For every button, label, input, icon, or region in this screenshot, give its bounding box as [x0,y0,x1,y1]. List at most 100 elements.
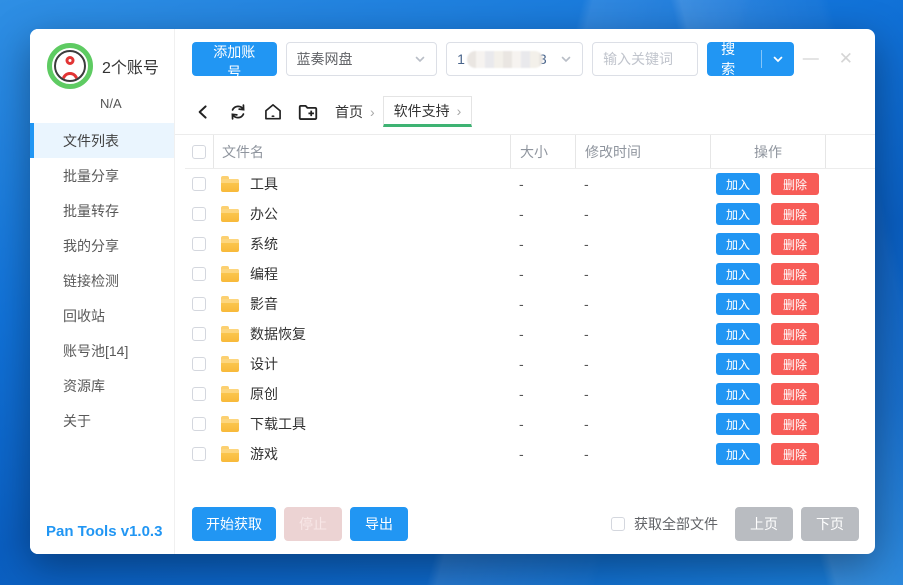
export-button[interactable]: 导出 [350,507,408,541]
sidebar-item[interactable]: 关于 [30,403,174,438]
file-name[interactable]: 系统 [250,234,278,254]
folder-icon [221,329,239,342]
table-row: 数据恢复 - - 加入 删除 [185,319,875,349]
file-name[interactable]: 原创 [250,384,278,404]
sidebar-item[interactable]: 批量转存 [30,193,174,228]
select-all-checkbox[interactable] [192,145,206,159]
join-button[interactable]: 加入 [716,263,760,285]
main-area: 添加账号 蓝奏网盘 1 3 搜索 [175,29,875,554]
join-button[interactable]: 加入 [716,233,760,255]
next-page-button[interactable]: 下页 [801,507,859,541]
account-select-value: 1 3 [457,51,547,68]
account-avatar-icon[interactable] [47,43,93,89]
table-row: 编程 - - 加入 删除 [185,259,875,289]
refresh-icon[interactable] [227,101,249,123]
file-size: - [510,386,575,402]
file-name[interactable]: 工具 [250,174,278,194]
stop-button[interactable]: 停止 [284,507,342,541]
join-button[interactable]: 加入 [716,383,760,405]
breadcrumb-home[interactable]: 首页 › [335,102,375,122]
row-checkbox[interactable] [192,267,206,281]
sidebar-item[interactable]: 账号池[14] [30,333,174,368]
sidebar-item[interactable]: 文件列表 [30,123,174,158]
chevron-down-icon [560,53,572,65]
start-fetch-button[interactable]: 开始获取 [192,507,276,541]
join-button[interactable]: 加入 [716,173,760,195]
search-split-button[interactable]: 搜索 [707,42,794,76]
row-checkbox[interactable] [192,237,206,251]
new-folder-icon[interactable] [297,101,319,123]
delete-button[interactable]: 删除 [771,323,819,345]
delete-button[interactable]: 删除 [771,233,819,255]
table-row: 原创 - - 加入 删除 [185,379,875,409]
folder-icon [221,359,239,372]
sidebar: 2个账号 N/A 文件列表 批量分享 批量转存 我的分享 链接检测 回收站 账号… [30,29,175,554]
file-name[interactable]: 设计 [250,354,278,374]
row-checkbox[interactable] [192,447,206,461]
join-button[interactable]: 加入 [716,293,760,315]
row-checkbox[interactable] [192,327,206,341]
delete-button[interactable]: 删除 [771,353,819,375]
drive-select[interactable]: 蓝奏网盘 [286,42,438,76]
user-icon [54,50,86,82]
file-name[interactable]: 编程 [250,264,278,284]
bottom-bar: 开始获取 停止 导出 获取全部文件 上页 下页 [175,498,875,554]
file-name[interactable]: 数据恢复 [250,324,306,344]
home-icon[interactable] [262,101,284,123]
file-size: - [510,236,575,252]
row-checkbox[interactable] [192,357,206,371]
top-bar: 添加账号 蓝奏网盘 1 3 搜索 [175,29,875,89]
row-checkbox[interactable] [192,207,206,221]
add-account-button[interactable]: 添加账号 [192,42,277,76]
delete-button[interactable]: 删除 [771,293,819,315]
file-modified: - [575,416,710,432]
file-name[interactable]: 办公 [250,204,278,224]
join-button[interactable]: 加入 [716,413,760,435]
file-modified: - [575,236,710,252]
join-button[interactable]: 加入 [716,443,760,465]
delete-button[interactable]: 删除 [771,203,819,225]
folder-icon [221,449,239,462]
fetch-all-checkbox[interactable] [611,517,625,531]
close-button[interactable]: ✕ [839,49,853,69]
file-name[interactable]: 游戏 [250,444,278,464]
folder-icon [221,209,239,222]
sidebar-item[interactable]: 资源库 [30,368,174,403]
app-version: Pan Tools v1.0.3 [30,523,174,554]
row-checkbox[interactable] [192,387,206,401]
file-modified: - [575,176,710,192]
join-button[interactable]: 加入 [716,353,760,375]
search-dropdown-button[interactable] [762,53,794,65]
prev-page-button[interactable]: 上页 [735,507,793,541]
sidebar-item[interactable]: 我的分享 [30,228,174,263]
search-button[interactable]: 搜索 [707,39,761,79]
row-checkbox[interactable] [192,417,206,431]
drive-select-value: 蓝奏网盘 [297,49,353,69]
join-button[interactable]: 加入 [716,203,760,225]
table-body: 工具 - - 加入 删除 办公 - - 加入 删除 系统 - - 加入 [185,169,875,469]
row-checkbox[interactable] [192,297,206,311]
delete-button[interactable]: 删除 [771,173,819,195]
blurred-account-mask [467,51,543,68]
delete-button[interactable]: 删除 [771,413,819,435]
file-name[interactable]: 下载工具 [250,414,306,434]
delete-button[interactable]: 删除 [771,263,819,285]
join-button[interactable]: 加入 [716,323,760,345]
back-icon[interactable] [192,101,214,123]
column-header-name: 文件名 [213,135,510,168]
breadcrumb-current-tab[interactable]: 软件支持 › [383,96,473,127]
row-checkbox[interactable] [192,177,206,191]
file-name[interactable]: 影音 [250,294,278,314]
delete-button[interactable]: 删除 [771,443,819,465]
minimize-button[interactable]: — [803,50,819,68]
sidebar-item[interactable]: 批量分享 [30,158,174,193]
account-select[interactable]: 1 3 [446,42,583,76]
account-count: 2个账号 [102,54,159,78]
file-modified: - [575,386,710,402]
breadcrumb-separator: › [370,104,375,120]
folder-icon [221,299,239,312]
sidebar-item[interactable]: 回收站 [30,298,174,333]
delete-button[interactable]: 删除 [771,383,819,405]
sidebar-item[interactable]: 链接检测 [30,263,174,298]
keyword-input[interactable] [592,42,698,76]
